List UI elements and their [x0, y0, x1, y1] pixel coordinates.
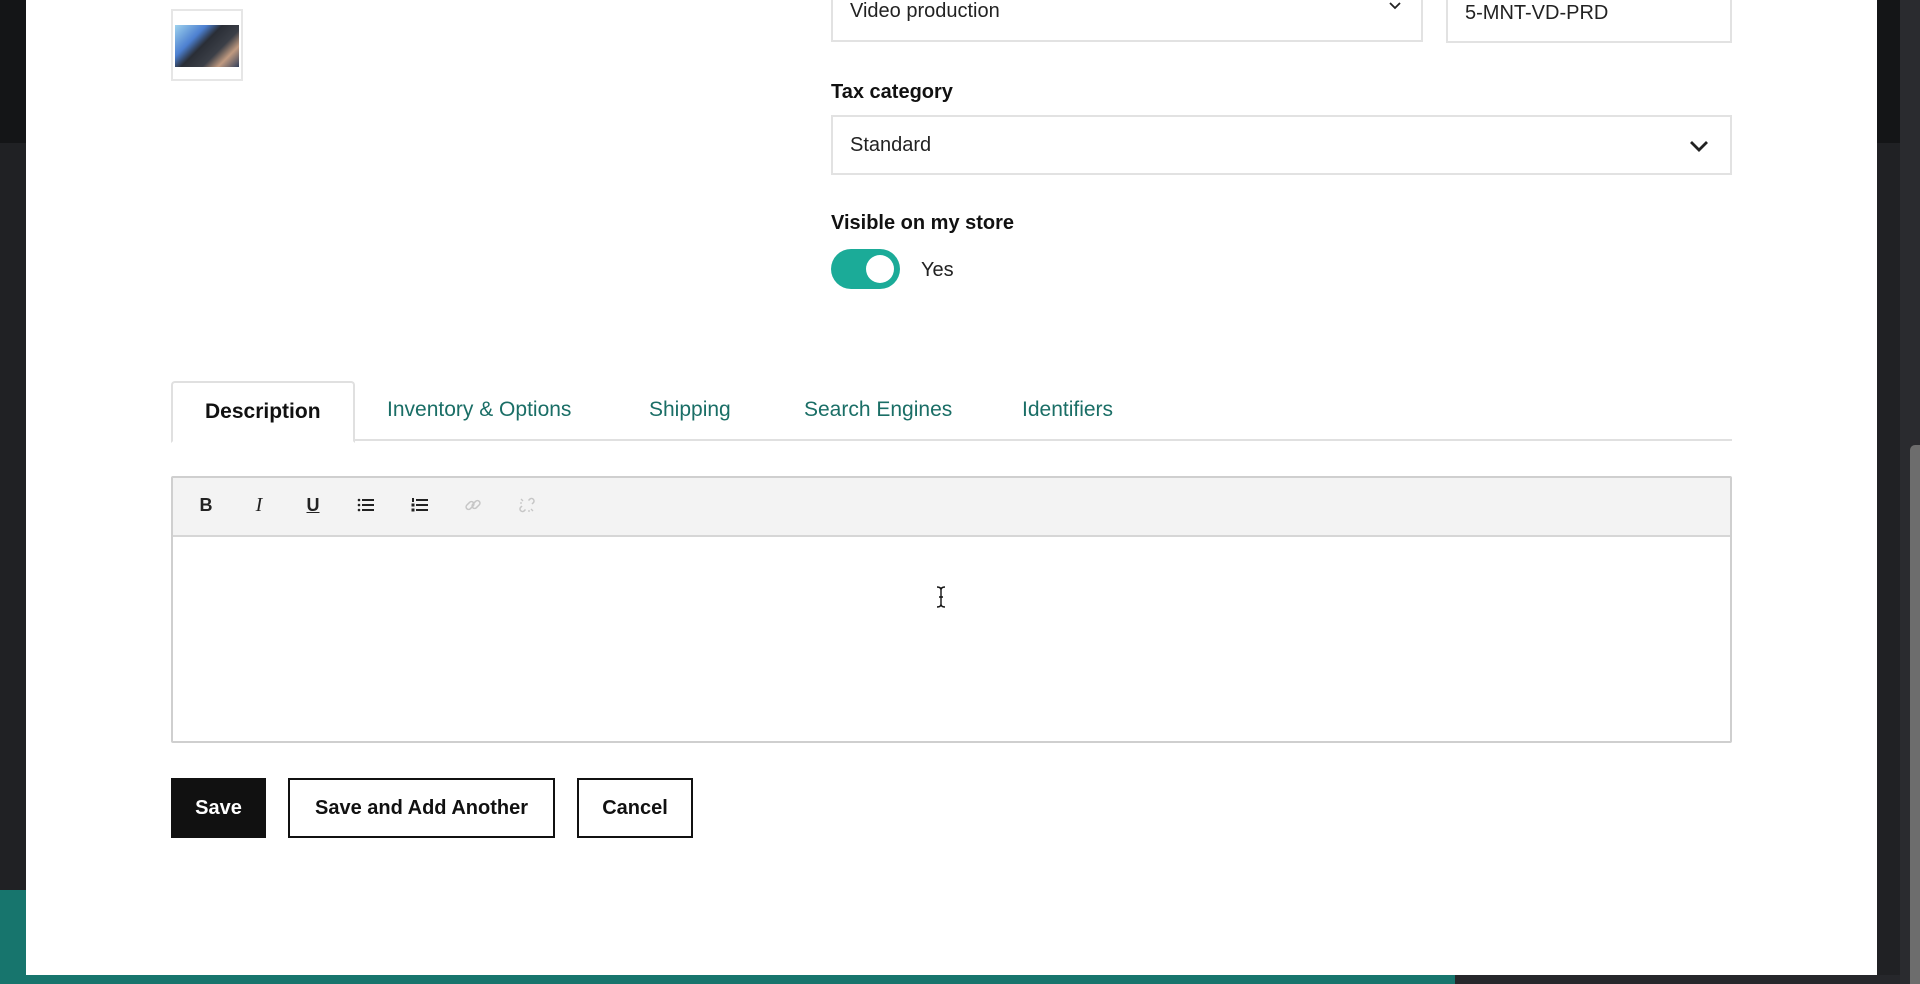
tab-description[interactable]: Description	[171, 381, 355, 443]
bold-icon: B	[199, 494, 213, 515]
tax-category-select[interactable]: Standard	[831, 115, 1732, 175]
text-cursor-icon	[936, 586, 946, 608]
scrollbar-thumb[interactable]	[1910, 445, 1920, 984]
category-select[interactable]: Video production	[831, 0, 1423, 42]
tab-search-engines[interactable]: Search Engines	[804, 381, 952, 441]
visible-on-store-toggle[interactable]	[831, 249, 900, 289]
tax-category-value: Standard	[850, 134, 932, 156]
toggle-knob	[866, 255, 894, 283]
chevron-down-icon	[1389, 2, 1401, 10]
bold-button[interactable]: B	[193, 492, 219, 518]
visible-on-store-label: Visible on my store	[831, 212, 1015, 234]
tab-identifiers[interactable]: Identifiers	[1022, 381, 1113, 441]
visible-on-store-state: Yes	[921, 259, 954, 281]
italic-button[interactable]: I	[246, 492, 272, 518]
link-button[interactable]	[460, 492, 486, 518]
link-icon	[465, 499, 481, 511]
description-textarea[interactable]	[173, 537, 1730, 741]
unlink-icon	[519, 497, 535, 513]
underline-button[interactable]: U	[300, 492, 326, 518]
tab-inventory-options[interactable]: Inventory & Options	[387, 381, 571, 441]
product-image-thumbnail[interactable]	[171, 9, 243, 81]
backdrop-dark-band	[1455, 975, 1920, 984]
category-select-value: Video production	[850, 0, 1000, 22]
numbered-list-icon	[411, 498, 428, 512]
save-button[interactable]: Save	[171, 778, 266, 838]
sku-input-value: 5-MNT-VD-PRD	[1465, 2, 1609, 24]
chevron-down-icon	[1690, 141, 1708, 152]
tab-shipping[interactable]: Shipping	[649, 381, 731, 441]
underline-icon: U	[306, 494, 320, 515]
numbered-list-button[interactable]	[407, 492, 433, 518]
product-image	[175, 25, 239, 67]
bulleted-list-icon	[357, 498, 374, 512]
save-and-add-another-button[interactable]: Save and Add Another	[288, 778, 555, 838]
product-tabs: Description Inventory & Options Shipping…	[171, 381, 1732, 443]
unlink-button[interactable]	[514, 492, 540, 518]
description-editor: B I U	[171, 476, 1732, 743]
italic-icon: I	[255, 493, 263, 516]
sku-input[interactable]: 5-MNT-VD-PRD	[1446, 0, 1732, 43]
bulleted-list-button[interactable]	[353, 492, 379, 518]
tax-category-label: Tax category	[831, 81, 953, 103]
cancel-button[interactable]: Cancel	[577, 778, 693, 838]
edit-product-modal: Video production 5-MNT-VD-PRD Tax catego…	[26, 0, 1877, 975]
editor-toolbar: B I U	[173, 478, 1730, 537]
